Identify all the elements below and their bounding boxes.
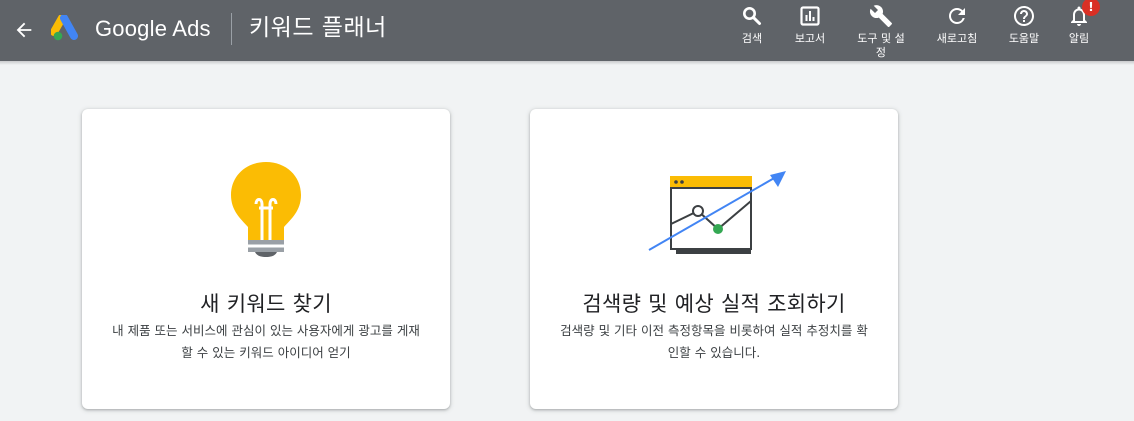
find-keywords-card[interactable]: 새 키워드 찾기 내 제품 또는 서비스에 관심이 있는 사용자에게 광고를 게… [82,109,450,409]
tools-settings-label: 도구 및 설 정 [857,32,905,59]
notifications-button[interactable]: ! 알림 [1062,0,1100,46]
reports-label: 보고서 [794,32,826,45]
forecast-card[interactable]: 검색량 및 예상 실적 조회하기 검색량 및 기타 이전 측정항목을 비롯하여 … [530,109,898,409]
wrench-icon [869,5,892,27]
card-description: 검색량 및 기타 이전 측정항목을 비롯하여 실적 추정치를 확인할 수 있습니… [560,323,868,360]
search-button[interactable]: 검색 [735,4,769,46]
top-app-bar: Google Ads 키워드 플래너 검색 보고서 도구 및 설 정 새로고침 [0,0,1134,65]
card-title: 검색량 및 예상 실적 조회하기 [582,292,846,316]
refresh-icon [949,7,965,24]
search-icon [743,7,761,25]
google-ads-logo [51,15,78,41]
topbar-shadow [0,61,1134,65]
notifications-label: 알림 [1068,32,1090,45]
help-button[interactable]: 도움말 [1001,4,1047,46]
refresh-label: 새로고침 [936,32,978,45]
bar-chart-icon [800,6,820,26]
notification-badge: ! [1082,0,1100,16]
reports-button[interactable]: 보고서 [790,4,830,46]
arrow-back-icon [16,22,32,38]
tools-settings-button[interactable]: 도구 및 설 정 [850,4,912,60]
card-description: 내 제품 또는 서비스에 관심이 있는 사용자에게 광고를 게재할 수 있는 키… [112,323,420,360]
card-title: 새 키워드 찾기 [200,292,332,316]
page-title: 키워드 플래너 [249,15,387,41]
header-divider [231,13,232,45]
trend-chart-icon [648,171,786,254]
refresh-button[interactable]: 새로고침 [928,4,986,46]
help-icon [1014,6,1034,26]
help-label: 도움말 [1008,32,1040,45]
lightbulb-icon [231,162,301,257]
back-button[interactable] [10,16,38,44]
brand-name: Google Ads [95,16,211,41]
search-label: 검색 [741,32,763,45]
